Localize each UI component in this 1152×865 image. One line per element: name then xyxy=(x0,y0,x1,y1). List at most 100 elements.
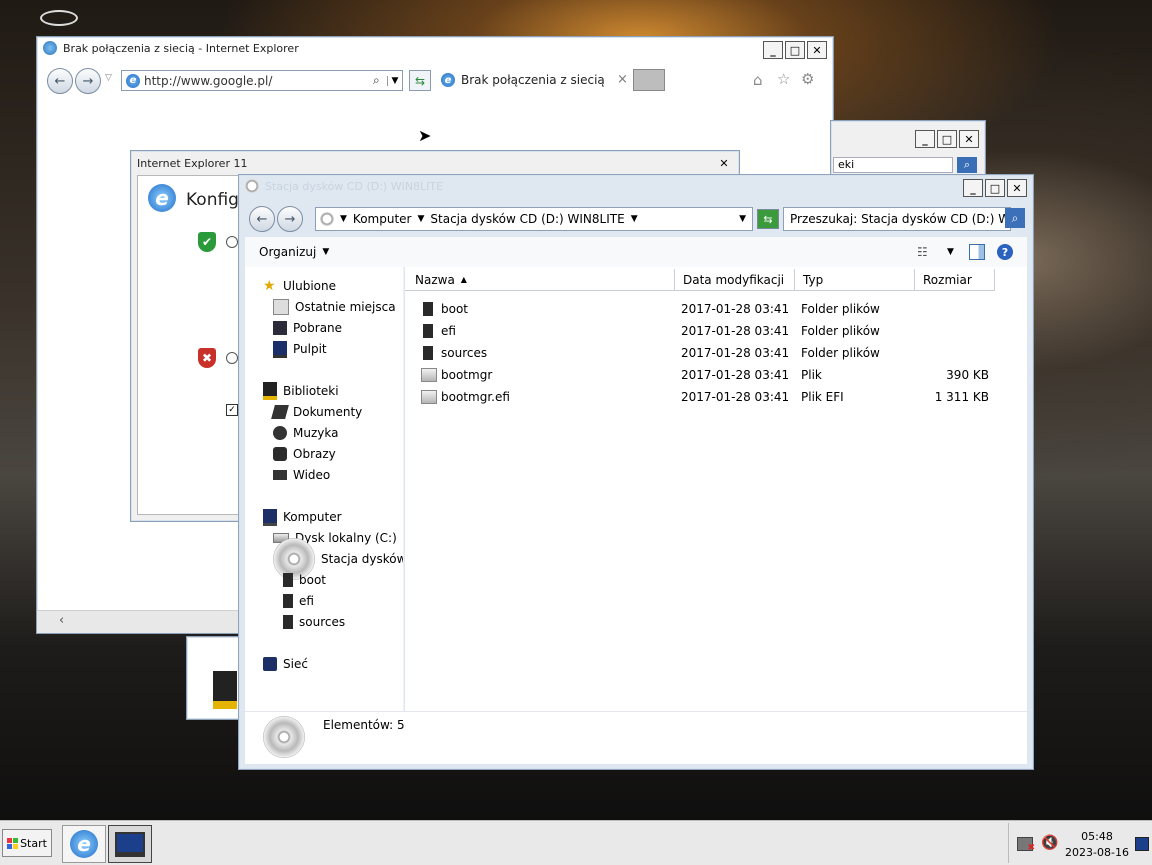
arrow-right-icon: → xyxy=(284,211,296,227)
taskbar-explorer[interactable] xyxy=(108,825,152,863)
refresh-icon: ⇆ xyxy=(763,212,773,226)
ie11-title: Internet Explorer 11 xyxy=(137,156,248,170)
forward-button[interactable]: → xyxy=(75,68,101,94)
nav-folder-boot[interactable]: boot xyxy=(283,571,326,589)
refresh-button[interactable]: ⇆ xyxy=(409,70,431,91)
desktop-ring-icon[interactable] xyxy=(40,10,78,26)
chevron-down-icon[interactable]: ▼ xyxy=(631,214,638,224)
breadcrumb-computer[interactable]: Komputer xyxy=(353,212,412,226)
address-url[interactable]: http://www.google.pl/ xyxy=(144,74,373,88)
start-button[interactable]: Start xyxy=(2,829,52,857)
file-row[interactable]: efi 2017-01-28 03:41 Folder plików xyxy=(405,321,1027,343)
bg-search-icon[interactable]: ⌕ xyxy=(957,157,977,173)
ie-navigation-bar: ← → ▽ e http://www.google.pl/ ⌕ ▼ ⇆ e Br… xyxy=(37,65,833,97)
view-options-icon[interactable]: ☷ xyxy=(917,245,928,259)
explorer-forward-button[interactable]: → xyxy=(277,206,303,232)
folder-icon xyxy=(283,615,293,629)
nav-network[interactable]: Sieć xyxy=(263,655,308,673)
minimize-button[interactable]: _ xyxy=(763,41,783,59)
help-icon[interactable]: ? xyxy=(997,244,1013,260)
tab-ie-icon: e xyxy=(441,73,455,87)
explorer-refresh-button[interactable]: ⇆ xyxy=(757,209,779,229)
tab-title: Brak połączenia z siecią xyxy=(461,73,605,87)
folder-icon xyxy=(423,324,433,338)
nav-favorites[interactable]: ★ Ulubione xyxy=(263,277,336,295)
nav-recent-places[interactable]: Ostatnie miejsca xyxy=(273,298,396,316)
nav-documents[interactable]: Dokumenty xyxy=(271,403,362,421)
chevron-down-icon[interactable]: ▼ xyxy=(417,214,424,224)
bg-search-field[interactable]: eki xyxy=(833,157,953,173)
clock-date: 2023-08-16 xyxy=(1065,846,1129,859)
explorer-close-button[interactable]: ✕ xyxy=(1007,179,1027,197)
organize-dropdown-icon[interactable]: ▼ xyxy=(322,247,329,257)
home-icon[interactable]: ⌂ xyxy=(753,71,763,89)
explorer-minimize-button[interactable]: _ xyxy=(963,179,983,197)
column-header-size[interactable]: Rozmiar xyxy=(915,269,995,291)
show-desktop-icon[interactable] xyxy=(1135,837,1149,851)
back-button[interactable]: ← xyxy=(47,68,73,94)
nav-folder-efi[interactable]: efi xyxy=(283,592,314,610)
column-header-date[interactable]: Data modyfikacji xyxy=(675,269,795,291)
bg-close-button[interactable]: ✕ xyxy=(959,130,979,148)
bg-maximize-button[interactable]: □ xyxy=(937,130,957,148)
custom-radio[interactable] xyxy=(226,352,238,364)
recommended-radio[interactable] xyxy=(226,236,238,248)
search-icon[interactable]: ⌕ xyxy=(373,73,387,88)
nav-videos[interactable]: Wideo xyxy=(273,466,330,484)
organize-button[interactable]: Organizuj xyxy=(259,245,316,259)
explorer-back-button[interactable]: ← xyxy=(249,206,275,232)
nav-pictures[interactable]: Obrazy xyxy=(273,445,336,463)
ie-large-logo-icon: e xyxy=(148,184,176,212)
nav-cd-drive[interactable]: Stacja dysków CD (D xyxy=(273,538,403,580)
volume-muted-icon[interactable]: 🔇 xyxy=(1041,835,1058,851)
settings-gear-icon[interactable]: ⚙ xyxy=(801,70,814,88)
nav-desktop[interactable]: Pulpit xyxy=(273,340,327,358)
red-shield-icon: ✖ xyxy=(198,348,216,368)
explorer-nav-bar: ← → ▼ Komputer ▼ Stacja dysków CD (D:) W… xyxy=(245,205,1027,233)
preview-pane-icon[interactable] xyxy=(969,244,985,260)
file-row[interactable]: bootmgr 2017-01-28 03:41 Plik 390 KB xyxy=(405,365,1027,387)
network-icon xyxy=(263,657,277,671)
taskbar-internet-explorer[interactable]: e xyxy=(62,825,106,863)
explorer-search-input[interactable]: Przeszukaj: Stacja dysków CD (D:) W... xyxy=(783,207,1011,231)
nav-libraries[interactable]: Biblioteki xyxy=(263,382,339,400)
nav-computer[interactable]: Komputer xyxy=(263,508,342,526)
favicon-icon: e xyxy=(126,73,140,88)
ie11-titlebar[interactable]: Internet Explorer 11 ✕ xyxy=(131,151,739,175)
nav-folder-sources[interactable]: sources xyxy=(283,613,345,631)
column-header-name[interactable]: Nazwa ▲ xyxy=(405,269,675,291)
close-button[interactable]: ✕ xyxy=(807,41,827,59)
ie11-close-button[interactable]: ✕ xyxy=(715,155,733,171)
new-tab-button[interactable] xyxy=(633,69,665,91)
file-row[interactable]: sources 2017-01-28 03:41 Folder plików xyxy=(405,343,1027,365)
scroll-left-icon[interactable]: ‹ xyxy=(59,613,64,628)
file-row[interactable]: boot 2017-01-28 03:41 Folder plików xyxy=(405,299,1027,321)
folder-icon xyxy=(283,573,293,587)
breadcrumb-cd-drive[interactable]: Stacja dysków CD (D:) WIN8LITE xyxy=(430,212,624,226)
arrow-right-icon: → xyxy=(82,73,94,89)
tab-close-button[interactable]: × xyxy=(617,72,628,87)
explorer-maximize-button[interactable]: □ xyxy=(985,179,1005,197)
maximize-button[interactable]: □ xyxy=(785,41,805,59)
breadcrumb[interactable]: ▼ Komputer ▼ Stacja dysków CD (D:) WIN8L… xyxy=(315,207,753,231)
favorites-star-icon[interactable]: ☆ xyxy=(777,70,790,88)
view-dropdown-icon[interactable]: ▼ xyxy=(947,247,954,257)
option-checkbox[interactable]: ✓ xyxy=(226,404,238,416)
address-dropdown-icon[interactable]: ▼ xyxy=(387,75,402,86)
nav-music[interactable]: Muzyka xyxy=(273,424,338,442)
history-dropdown-icon[interactable]: ▽ xyxy=(105,73,112,83)
clock[interactable]: 05:48 2023-08-16 xyxy=(1061,829,1133,861)
ie-tab[interactable]: e Brak połączenia z siecią xyxy=(441,69,605,91)
address-bar[interactable]: e http://www.google.pl/ ⌕ ▼ xyxy=(121,70,403,91)
network-disconnected-icon[interactable]: ✖ xyxy=(1017,837,1035,853)
file-row[interactable]: bootmgr.efi 2017-01-28 03:41 Plik EFI 1 … xyxy=(405,387,1027,409)
explorer-titlebar[interactable]: Stacja dysków CD (D:) WIN8LITE _ □ ✕ xyxy=(239,175,1033,197)
start-label: Start xyxy=(20,836,47,850)
ie-titlebar[interactable]: Brak połączenia z siecią - Internet Expl… xyxy=(37,37,833,59)
nav-downloads[interactable]: Pobrane xyxy=(273,319,342,337)
column-header-type[interactable]: Typ xyxy=(795,269,915,291)
address-history-dropdown-icon[interactable]: ▼ xyxy=(739,214,746,224)
chevron-down-icon[interactable]: ▼ xyxy=(340,214,347,224)
bg-minimize-button[interactable]: _ xyxy=(915,130,935,148)
search-icon[interactable]: ⌕ xyxy=(1005,208,1025,228)
